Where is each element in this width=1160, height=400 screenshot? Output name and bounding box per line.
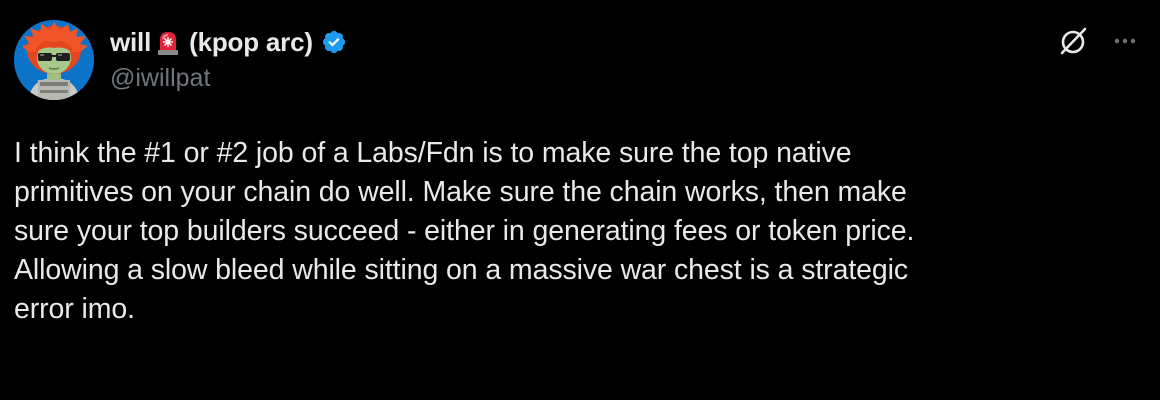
author-name-prefix[interactable]: will [110,27,151,58]
author-name-suffix[interactable]: (kpop arc) [189,27,313,58]
tweet-text: I think the #1 or #2 job of a Labs/Fdn i… [14,134,1144,329]
avatar-image [14,20,94,100]
tweet-text-line: primitives on your chain do well. Make s… [14,176,907,208]
verified-badge-icon[interactable] [321,29,347,55]
tweet-text-line: Allowing a slow bleed while sitting on a… [14,254,909,286]
grok-slash-circle-icon[interactable] [1056,24,1090,58]
avatar[interactable] [14,20,94,100]
tweet-text-line: sure your top builders succeed - either … [14,215,915,247]
author-name-row[interactable]: will (kpop arc) [110,24,347,60]
tweet-card: will (kpop arc) @iwillpat I think the #1… [0,0,1160,400]
tweet-text-line: I think the #1 or #2 job of a Labs/Fdn i… [14,137,852,169]
more-horizontal-icon[interactable] [1108,28,1142,54]
author-handle[interactable]: @iwillpat [110,64,210,93]
tweet-text-line: error imo. [14,293,135,325]
siren-icon [155,28,181,56]
